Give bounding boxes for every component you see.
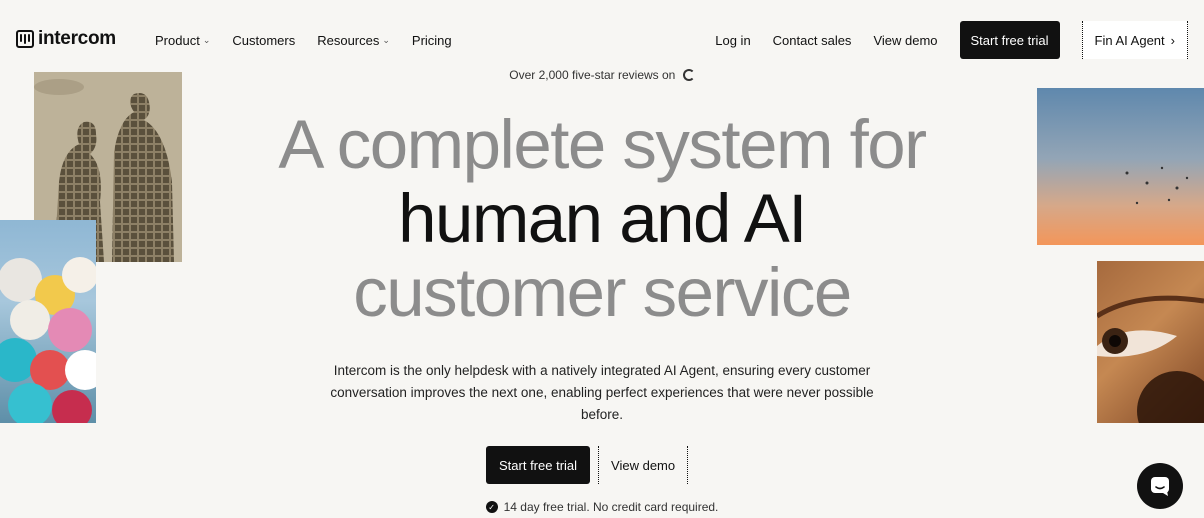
top-navigation: intercom Product ⌄ Customers Resources ⌄… [0,0,1204,76]
hero-cta-row: Start free trial View demo [486,446,689,484]
nav-product[interactable]: Product ⌄ [155,33,210,48]
chat-launcher-button[interactable] [1137,463,1183,509]
headline-line-3: customer service [353,254,852,331]
reviews-line: Over 2,000 five-star reviews on [0,68,1204,82]
chevron-right-icon: › [1170,32,1175,48]
chat-icon [1151,477,1169,496]
headline-line-1: A complete system for [278,106,927,183]
intercom-logo-icon [16,30,34,48]
hero-subtitle: Intercom is the only helpdesk with a nat… [330,363,874,422]
logo-text: intercom [38,28,116,49]
nav-pricing[interactable]: Pricing [412,33,452,48]
secondary-nav: Log in Contact sales View demo Start fre… [715,21,1188,59]
login-link[interactable]: Log in [715,33,750,48]
nav-pricing-label: Pricing [411,33,452,48]
nav-resources-label: Resources [317,33,380,48]
start-free-trial-button[interactable]: Start free trial [959,21,1060,59]
nav-product-label: Product [155,33,200,48]
intercom-logo[interactable]: intercom [16,28,116,50]
fin-ai-agent-button[interactable]: Fin AI Agent › [1081,21,1188,59]
google-icon [682,69,695,81]
reviews-text: Over 2,000 five-star reviews on [509,68,676,82]
trial-note: ✓ 14 day free trial. No credit card requ… [0,500,1204,514]
hero-start-free-trial-button[interactable]: Start free trial [486,446,591,484]
contact-sales-link[interactable]: Contact sales [773,33,852,48]
check-circle-icon: ✓ [485,501,498,513]
view-demo-link[interactable]: View demo [873,33,937,48]
primary-nav: Product ⌄ Customers Resources ⌄ Pricing [155,33,452,48]
trial-note-text: 14 day free trial. No credit card requir… [503,500,719,514]
hero-headline: A complete system for human and AI custo… [0,108,1204,330]
hero-view-demo-button[interactable]: View demo [598,446,689,484]
nav-customers[interactable]: Customers [232,33,295,48]
fin-ai-agent-label: Fin AI Agent [1094,32,1165,48]
nav-customers-label: Customers [232,33,296,48]
nav-resources[interactable]: Resources ⌄ [317,33,390,48]
headline-line-2: human and AI [398,180,807,257]
chevron-down-icon: ⌄ [382,35,390,45]
chevron-down-icon: ⌄ [202,35,211,45]
